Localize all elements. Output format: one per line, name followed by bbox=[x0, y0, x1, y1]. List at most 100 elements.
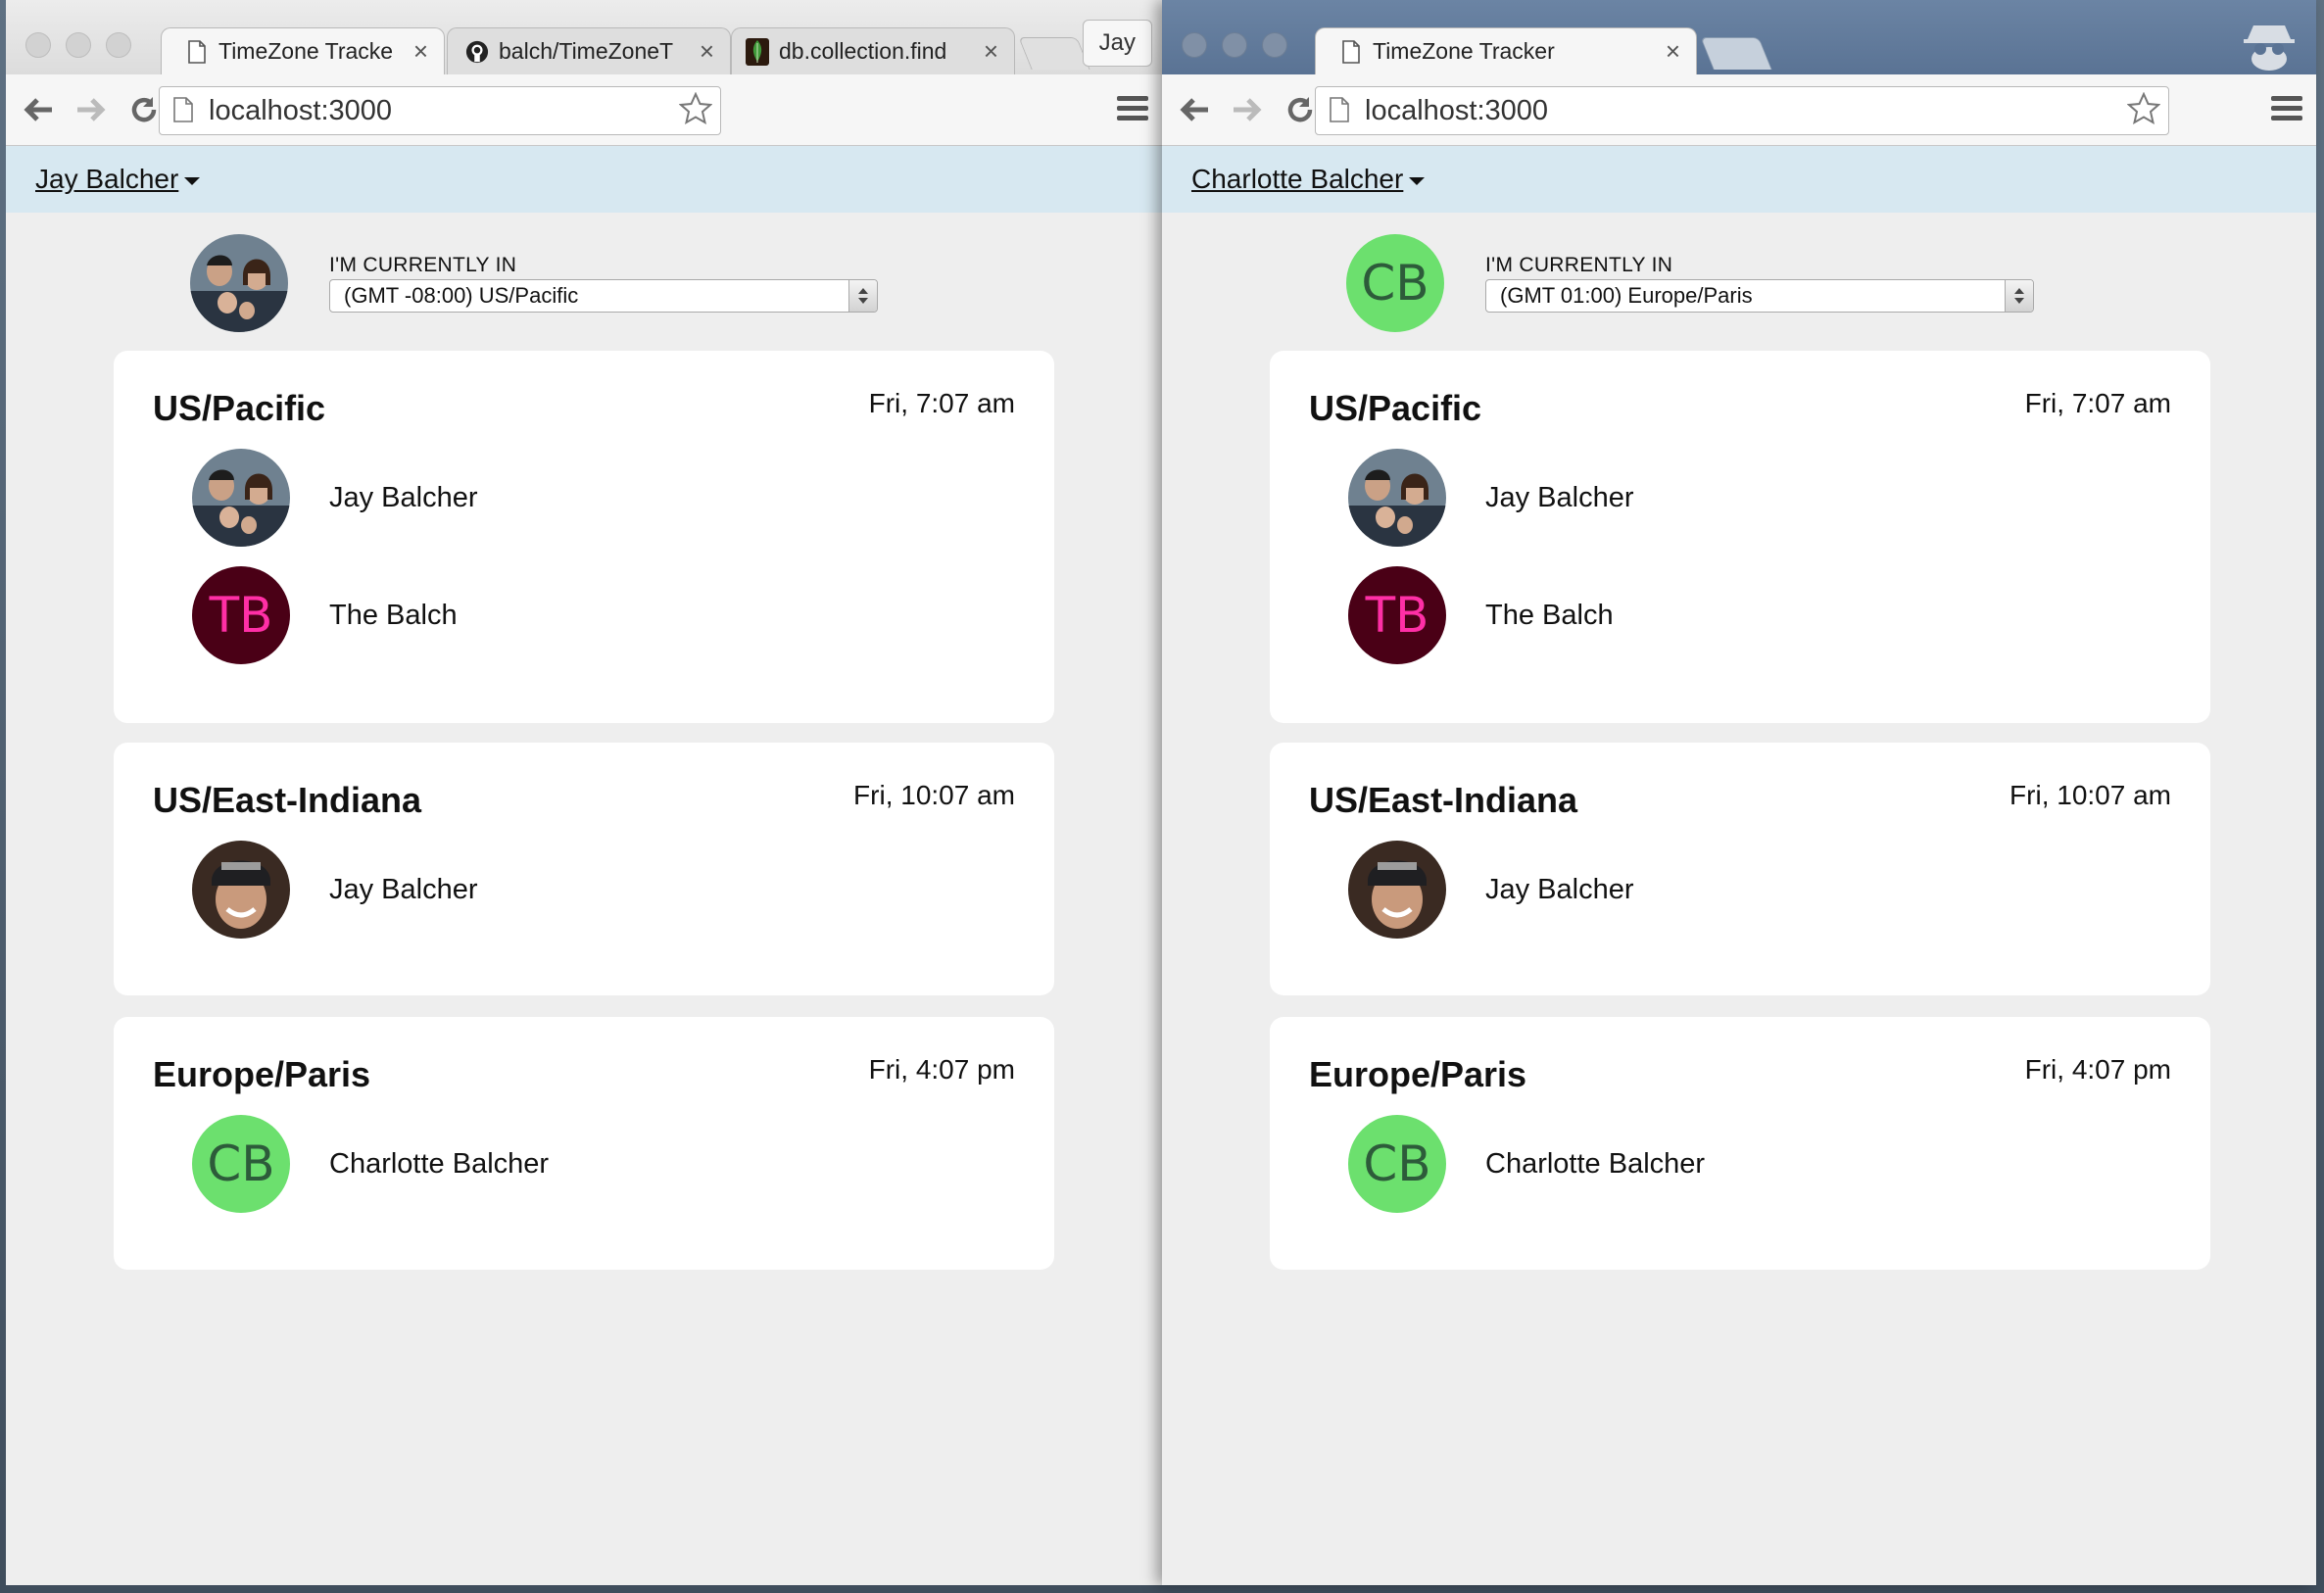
tab-title: TimeZone Tracker bbox=[1373, 38, 1555, 64]
browser-window-left: TimeZone Tracke × balch/TimeZoneT × db.c… bbox=[6, 0, 1162, 1585]
timezone-card: Europe/Paris Fri, 4:07 pm CB Charlotte B… bbox=[114, 1017, 1054, 1270]
tab-title: TimeZone Tracke bbox=[218, 38, 394, 64]
user-menu[interactable]: Charlotte Balcher bbox=[1191, 164, 1426, 195]
select-arrows-icon bbox=[2005, 280, 2033, 312]
timezone-name: US/Pacific bbox=[1309, 388, 1482, 428]
user-menu[interactable]: Jay Balcher bbox=[35, 164, 201, 195]
avatar-initials: CB bbox=[1348, 1115, 1446, 1213]
new-tab-button[interactable] bbox=[1700, 37, 1772, 70]
user-menu-label: Charlotte Balcher bbox=[1191, 164, 1404, 194]
close-icon[interactable]: × bbox=[984, 36, 998, 67]
close-icon[interactable]: × bbox=[1666, 36, 1680, 67]
forward-icon[interactable] bbox=[71, 89, 112, 130]
timezone-time: Fri, 7:07 am bbox=[868, 388, 1015, 418]
browser-window-right: TimeZone Tracker × localhost:3000 Charlo… bbox=[1162, 0, 2316, 1585]
tab-strip: TimeZone Tracke × balch/TimeZoneT × db.c… bbox=[6, 0, 1162, 74]
timezone-select-value: (GMT 01:00) Europe/Paris bbox=[1500, 283, 1753, 308]
timezone-time: Fri, 10:07 am bbox=[2009, 780, 2171, 810]
url-text: localhost:3000 bbox=[1365, 94, 1549, 126]
avatar-initials: TB bbox=[192, 566, 290, 664]
member-row: CB Charlotte Balcher bbox=[1348, 1115, 1705, 1213]
tab-strip: TimeZone Tracker × bbox=[1162, 0, 2316, 74]
bookmark-star-icon[interactable] bbox=[2126, 91, 2161, 130]
timezone-select[interactable]: (GMT -08:00) US/Pacific bbox=[329, 279, 878, 313]
member-row: CB Charlotte Balcher bbox=[192, 1115, 549, 1213]
select-arrows-icon bbox=[848, 280, 877, 312]
back-icon[interactable] bbox=[18, 89, 59, 130]
user-bar: Jay Balcher bbox=[6, 146, 1162, 213]
avatar-man-cap-photo bbox=[192, 841, 290, 939]
address-bar[interactable]: localhost:3000 bbox=[1315, 86, 2169, 135]
timezone-card: US/East-Indiana Fri, 10:07 am Jay Balche… bbox=[114, 743, 1054, 995]
forward-icon[interactable] bbox=[1227, 89, 1268, 130]
page-icon bbox=[173, 97, 195, 124]
member-row: Jay Balcher bbox=[192, 449, 478, 547]
avatar-family-photo bbox=[192, 449, 290, 547]
tab-timezone-tracker[interactable]: TimeZone Tracker × bbox=[1315, 27, 1697, 74]
page-icon bbox=[1330, 97, 1351, 124]
tab-title: db.collection.find bbox=[779, 38, 947, 64]
member-row: Jay Balcher bbox=[1348, 449, 1634, 547]
timezone-time: Fri, 10:07 am bbox=[853, 780, 1015, 810]
window-controls bbox=[25, 32, 146, 63]
incognito-icon bbox=[2240, 18, 2299, 77]
location-label: I'M CURRENTLY IN bbox=[329, 254, 517, 276]
user-bar: Charlotte Balcher bbox=[1162, 146, 2316, 213]
browser-toolbar: localhost:3000 bbox=[1162, 74, 2316, 146]
timezone-name: Europe/Paris bbox=[1309, 1054, 1527, 1094]
timezone-name: US/East-Indiana bbox=[153, 780, 422, 820]
member-row: TB The Balch bbox=[1348, 566, 1614, 664]
member-row: TB The Balch bbox=[192, 566, 458, 664]
member-name: The Balch bbox=[1485, 599, 1614, 631]
mongodb-leaf-icon bbox=[746, 37, 769, 66]
menu-icon[interactable] bbox=[2271, 96, 2302, 125]
avatar-family-photo bbox=[190, 234, 288, 332]
bookmark-star-icon[interactable] bbox=[678, 91, 713, 130]
member-name: Jay Balcher bbox=[329, 873, 478, 905]
minimize-window-button[interactable] bbox=[66, 32, 91, 58]
timezone-name: US/East-Indiana bbox=[1309, 780, 1578, 820]
tab-mongodb[interactable]: db.collection.find × bbox=[731, 27, 1015, 74]
new-tab-button[interactable] bbox=[1018, 37, 1090, 70]
close-icon[interactable]: × bbox=[413, 36, 428, 67]
close-icon[interactable]: × bbox=[700, 36, 714, 67]
timezone-time: Fri, 7:07 am bbox=[2024, 388, 2171, 418]
current-location-row: CB I'M CURRENTLY IN (GMT 01:00) Europe/P… bbox=[1162, 213, 2316, 350]
member-name: Charlotte Balcher bbox=[1485, 1147, 1706, 1180]
timezone-name: Europe/Paris bbox=[153, 1054, 371, 1094]
user-menu-label: Jay Balcher bbox=[35, 164, 179, 194]
tab-timezone-tracker[interactable]: TimeZone Tracke × bbox=[161, 27, 445, 74]
member-name: The Balch bbox=[329, 599, 458, 631]
page-icon bbox=[185, 38, 209, 66]
page-icon bbox=[1339, 38, 1363, 66]
close-window-button[interactable] bbox=[25, 32, 51, 58]
avatar-initials: CB bbox=[1346, 234, 1444, 332]
zoom-window-button[interactable] bbox=[106, 32, 131, 58]
window-controls bbox=[1182, 32, 1302, 63]
caret-down-icon bbox=[184, 176, 201, 185]
caret-down-icon bbox=[1409, 176, 1426, 185]
profile-button[interactable]: Jay bbox=[1082, 20, 1152, 67]
timezone-card: US/Pacific Fri, 7:07 am Jay Balcher TB T… bbox=[114, 351, 1054, 723]
avatar-initials: TB bbox=[1348, 566, 1446, 664]
github-icon bbox=[465, 38, 489, 66]
menu-icon[interactable] bbox=[1117, 96, 1148, 125]
timezone-card: Europe/Paris Fri, 4:07 pm CB Charlotte B… bbox=[1270, 1017, 2210, 1270]
member-row: Jay Balcher bbox=[1348, 841, 1634, 939]
back-icon[interactable] bbox=[1174, 89, 1215, 130]
timezone-time: Fri, 4:07 pm bbox=[868, 1054, 1015, 1085]
tab-github[interactable]: balch/TimeZoneT × bbox=[447, 27, 731, 74]
member-name: Jay Balcher bbox=[1485, 873, 1634, 905]
member-name: Jay Balcher bbox=[329, 481, 478, 513]
location-label: I'M CURRENTLY IN bbox=[1485, 254, 1673, 276]
timezone-select[interactable]: (GMT 01:00) Europe/Paris bbox=[1485, 279, 2034, 313]
zoom-window-button[interactable] bbox=[1262, 32, 1287, 58]
member-name: Charlotte Balcher bbox=[329, 1147, 550, 1180]
close-window-button[interactable] bbox=[1182, 32, 1207, 58]
address-bar[interactable]: localhost:3000 bbox=[159, 86, 721, 135]
browser-toolbar: localhost:3000 bbox=[6, 74, 1162, 146]
avatar-initials: CB bbox=[192, 1115, 290, 1213]
current-location-row: I'M CURRENTLY IN (GMT -08:00) US/Pacific bbox=[6, 213, 1162, 350]
minimize-window-button[interactable] bbox=[1222, 32, 1247, 58]
member-name: Jay Balcher bbox=[1485, 481, 1634, 513]
